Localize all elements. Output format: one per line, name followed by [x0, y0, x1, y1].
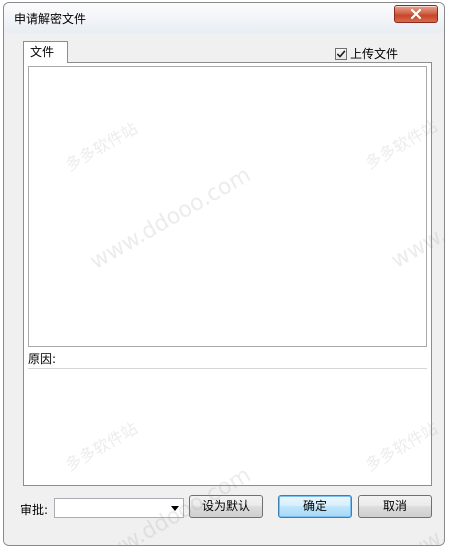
reason-input[interactable] — [28, 369, 427, 483]
files-list[interactable] — [28, 66, 427, 347]
files-tab-panel: 原因: 多多软件站 www.ddooo.com 多多软件站 www.ddooo.… — [23, 62, 444, 545]
checkmark-icon — [337, 50, 346, 57]
approver-select[interactable] — [54, 498, 184, 518]
close-icon — [410, 8, 422, 20]
set-default-button[interactable]: 设为默认 — [189, 495, 263, 518]
upload-files-checkbox[interactable]: 上传文件 — [335, 45, 398, 62]
upload-files-label: 上传文件 — [350, 47, 399, 61]
close-button[interactable] — [394, 5, 438, 23]
tab-files-label: 文件 — [30, 45, 55, 59]
window-title: 申请解密文件 — [14, 12, 87, 26]
chevron-down-icon — [171, 506, 179, 511]
reason-label: 原因: — [28, 352, 57, 366]
title-bar[interactable]: 申请解密文件 — [4, 3, 444, 34]
checkbox-box[interactable] — [335, 47, 347, 60]
dialog-client-area: 文件 上传文件 原因: 多多软件站 www.ddooo.com 多多软件站 ww… — [4, 33, 444, 545]
approver-label: 审批: — [20, 503, 49, 517]
tab-files[interactable]: 文件 — [23, 41, 68, 63]
cancel-button[interactable]: 取消 — [358, 495, 432, 518]
ok-button[interactable]: 确定 — [278, 495, 352, 518]
dialog-window: 申请解密文件 文件 上传文件 原因: 多多软件站 www.ddooo.c — [3, 2, 445, 546]
